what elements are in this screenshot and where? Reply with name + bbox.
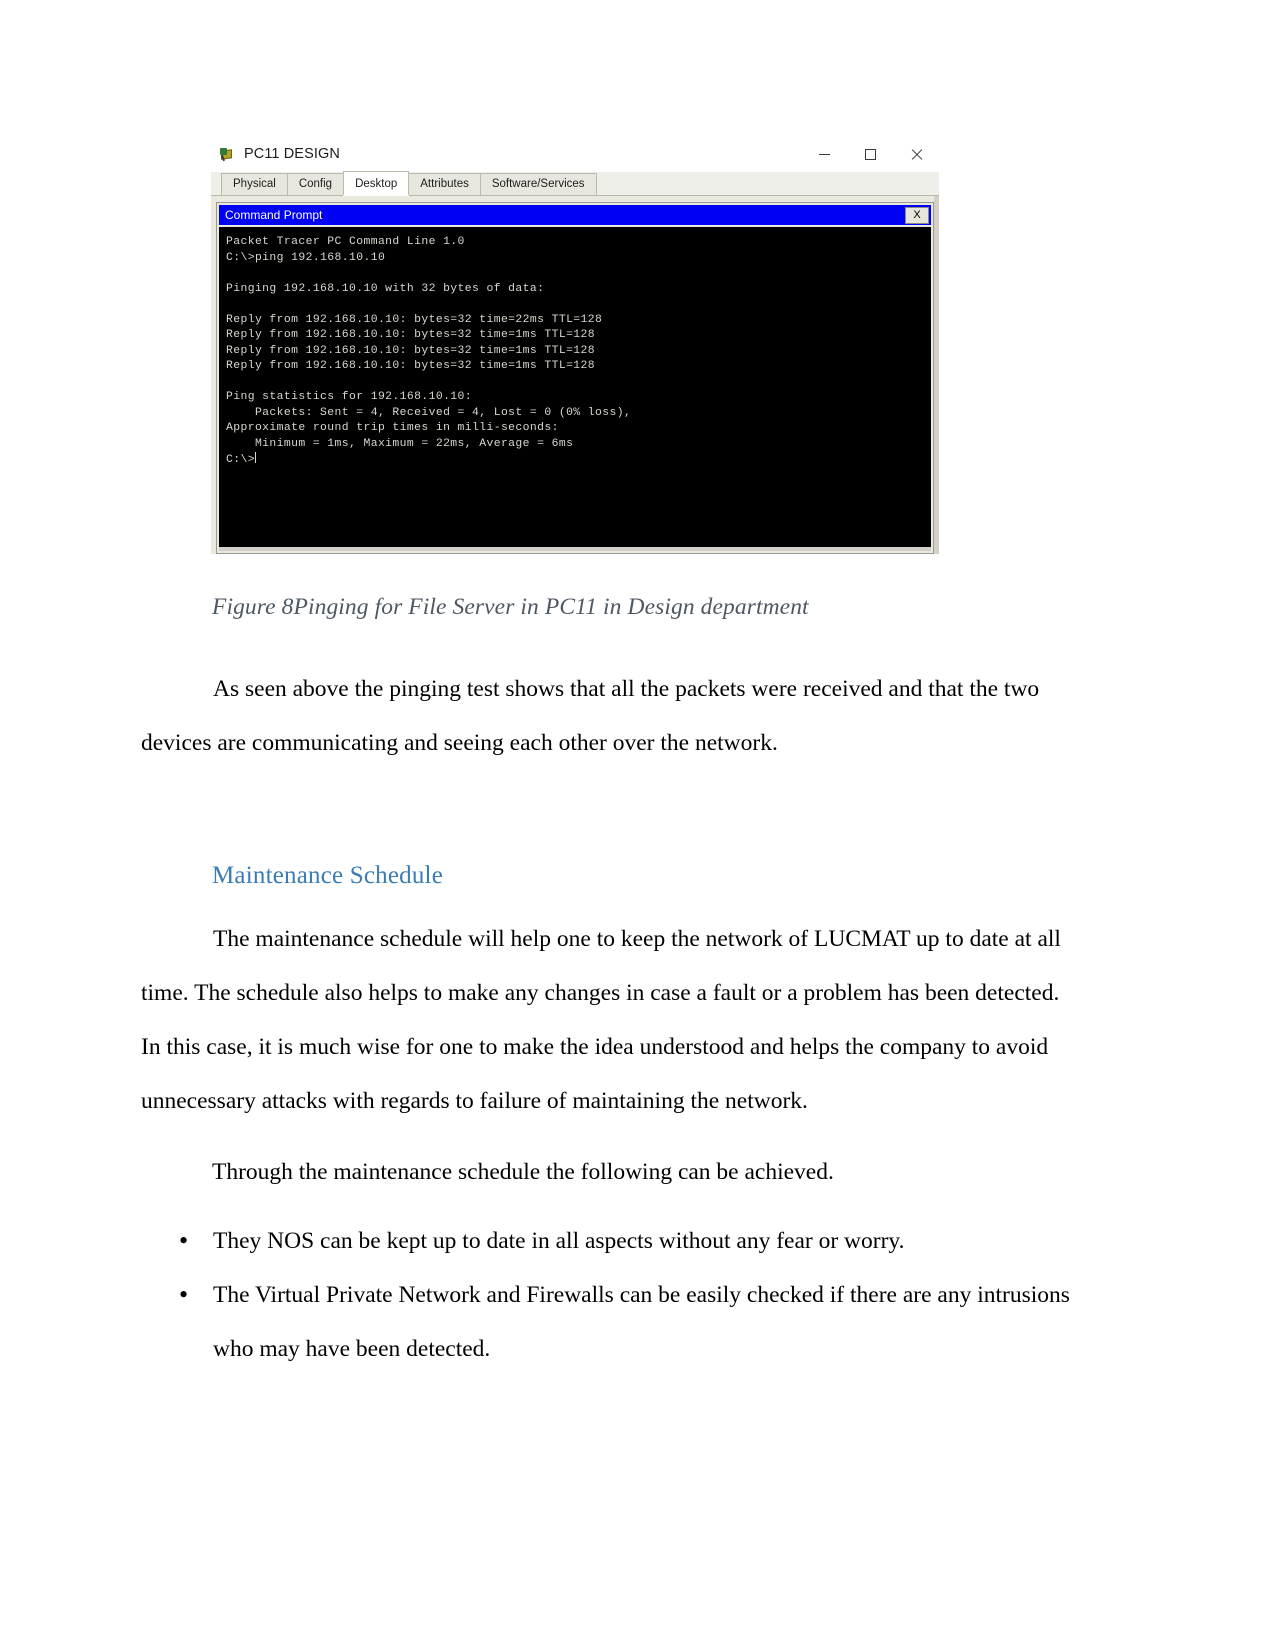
command-prompt-title-bar[interactable]: Command Prompt X (219, 205, 931, 225)
command-prompt-window: Command Prompt X Packet Tracer PC Comman… (216, 202, 934, 554)
list-item: The Virtual Private Network and Firewall… (179, 1268, 1079, 1376)
heading-maintenance-schedule: Maintenance Schedule (212, 862, 443, 889)
packet-tracer-pc-icon (220, 146, 236, 162)
tab-physical[interactable]: Physical (221, 172, 288, 195)
command-prompt-title: Command Prompt (225, 208, 323, 222)
tab-software-services[interactable]: Software/Services (479, 172, 597, 195)
figure-screenshot: PC11 DESIGN Physical Config Desktop Attr… (211, 136, 939, 554)
paragraph-maintenance-schedule: The maintenance schedule will help one t… (141, 926, 1061, 1114)
tab-desktop[interactable]: Desktop (343, 170, 410, 195)
document-page: PC11 DESIGN Physical Config Desktop Attr… (0, 0, 1275, 1651)
minimize-button[interactable] (801, 139, 847, 169)
achievements-bullet-list: They NOS can be kept up to date in all a… (141, 1214, 1079, 1376)
pc11-design-window: PC11 DESIGN Physical Config Desktop Attr… (211, 136, 939, 554)
command-prompt-output: Packet Tracer PC Command Line 1.0 C:\>pi… (226, 236, 632, 450)
window-title: PC11 DESIGN (244, 146, 340, 162)
maximize-button[interactable] (847, 139, 893, 169)
desktop-tab-panel: Command Prompt X Packet Tracer PC Comman… (211, 196, 939, 554)
figure-caption: Figure 8Pinging for File Server in PC11 … (212, 594, 809, 620)
text-cursor (254, 452, 256, 463)
tab-attributes[interactable]: Attributes (408, 172, 481, 195)
command-prompt-horizontal-scrollbar[interactable] (219, 547, 931, 551)
command-prompt-close-button[interactable]: X (905, 206, 929, 224)
desktop-panel-vertical-scrollbar[interactable] (934, 196, 939, 554)
maximize-icon (864, 148, 876, 160)
command-prompt-output-area[interactable]: Packet Tracer PC Command Line 1.0 C:\>pi… (219, 227, 931, 549)
tab-config[interactable]: Config (286, 172, 345, 195)
window-title-bar: PC11 DESIGN (211, 136, 939, 172)
paragraph-achievements-lead-in: Through the maintenance schedule the fol… (212, 1159, 834, 1185)
close-button[interactable] (893, 139, 939, 169)
tab-strip: Physical Config Desktop Attributes Softw… (211, 170, 939, 196)
minimize-icon (818, 153, 830, 155)
window-controls (801, 136, 939, 172)
command-prompt-input-line[interactable]: C:\> (226, 452, 925, 469)
close-icon (910, 148, 923, 161)
command-prompt-prompt: C:\> (226, 454, 255, 466)
list-item: They NOS can be kept up to date in all a… (179, 1214, 1079, 1268)
paragraph-intro: As seen above the pinging test shows tha… (141, 676, 1040, 756)
